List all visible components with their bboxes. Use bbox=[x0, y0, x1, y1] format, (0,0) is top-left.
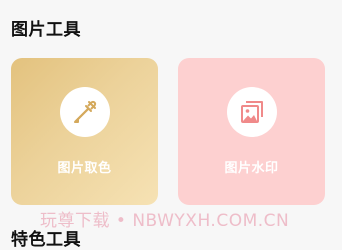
color-picker-icon-circle bbox=[59, 87, 110, 137]
section-title-special-tools: 特色工具 bbox=[11, 230, 81, 250]
eyedropper-icon bbox=[73, 100, 96, 123]
image-watermark-icon bbox=[240, 101, 263, 123]
color-picker-label: 图片取色 bbox=[57, 161, 112, 176]
image-watermark-icon-circle bbox=[226, 87, 277, 137]
image-watermark-label: 图片水印 bbox=[224, 161, 279, 176]
color-picker-card[interactable]: 图片取色 bbox=[11, 58, 158, 205]
section-title-image-tools: 图片工具 bbox=[11, 20, 81, 40]
image-watermark-card[interactable]: 图片水印 bbox=[178, 58, 325, 205]
